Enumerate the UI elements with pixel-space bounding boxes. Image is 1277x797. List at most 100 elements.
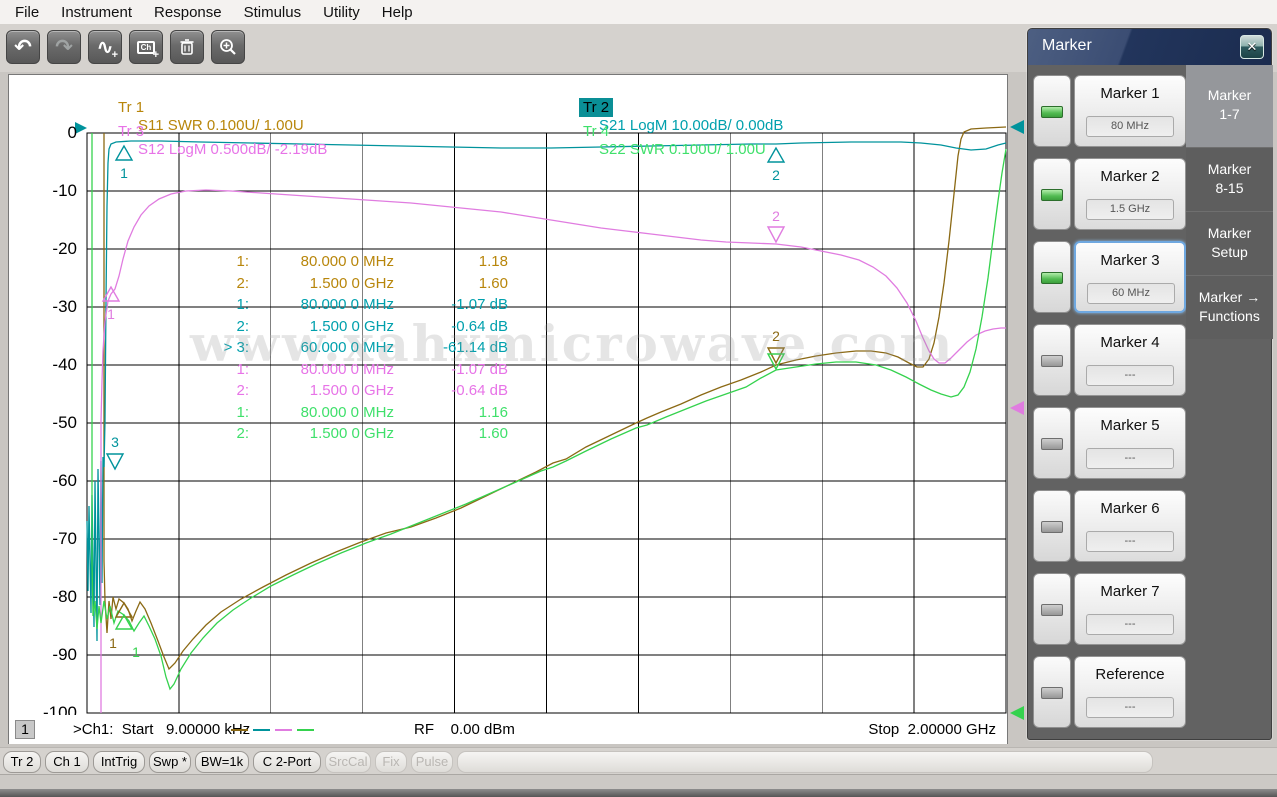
readout-row: 1: 80.000 0 MHz 1.16 xyxy=(236,403,508,421)
trace3-title: S12 LogM 0.500dB/ -2.19dB xyxy=(138,141,328,158)
status-bar: Tr 2 Ch 1 IntTrig Swp * BW=1k C 2-Port SrcCal F… xyxy=(0,747,1277,774)
add-trace-button[interactable]: ∿ + xyxy=(88,30,122,64)
trash-icon xyxy=(180,39,194,55)
panel-close-button[interactable]: ✕ xyxy=(1240,35,1264,59)
trace1-legend-dash xyxy=(231,729,248,731)
trace3-header[interactable]: Tr 3 S12 LogM 0.500dB/ -2.19dB xyxy=(89,105,327,158)
undo-button[interactable]: ↶ xyxy=(6,30,40,64)
marker-4-toggle[interactable] xyxy=(1033,324,1071,396)
trace4-legend-dash xyxy=(297,729,314,731)
y-axis-tick-label: -80 xyxy=(52,587,77,606)
status-button-c-2-port[interactable]: C 2-Port xyxy=(253,751,321,773)
menu-utility[interactable]: Utility xyxy=(312,4,371,21)
led-indicator-icon xyxy=(1041,189,1063,201)
trace2-header[interactable]: Tr 2 S21 LogM 10.00dB/ 0.00dB xyxy=(554,81,783,134)
tab-marker-setup[interactable]: Marker Setup xyxy=(1186,211,1273,275)
marker-7-toggle[interactable] xyxy=(1033,573,1071,645)
rf-power-label: RF 0.00 dBm xyxy=(414,721,515,738)
marker-1-label: Marker 1 xyxy=(1100,85,1160,102)
plot-area: 12312112 Tr 1 S11 SWR 0.100U/ 1.00U Tr 2… xyxy=(8,74,1008,744)
tab-marker-8-15[interactable]: Marker 8-15 xyxy=(1186,147,1273,211)
marker-5-toggle[interactable] xyxy=(1033,407,1071,479)
readout-row: 1: 80.000 0 MHz -1.07 dB xyxy=(236,360,508,378)
menu-instrument[interactable]: Instrument xyxy=(50,4,143,21)
delete-button[interactable] xyxy=(170,30,204,64)
menu-stimulus[interactable]: Stimulus xyxy=(233,4,313,21)
marker-row-2: Marker 2 1.5 GHz xyxy=(1028,158,1188,230)
marker-6-toggle[interactable] xyxy=(1033,490,1071,562)
marker-row-4: Marker 4 --- xyxy=(1028,324,1188,396)
marker-3-label: Marker 3 xyxy=(1100,252,1160,269)
menu-file[interactable]: File xyxy=(4,4,50,21)
tab-label: Marker xyxy=(1207,225,1252,241)
svg-text:1: 1 xyxy=(109,635,117,651)
marker-3-value: 60 MHz xyxy=(1087,283,1175,304)
marker-1-button[interactable]: Marker 1 80 MHz xyxy=(1074,75,1186,147)
tab-label: Marker xyxy=(1207,87,1252,103)
menu-help[interactable]: Help xyxy=(371,4,424,21)
marker-5-label: Marker 5 xyxy=(1100,417,1160,434)
led-indicator-icon xyxy=(1041,604,1063,616)
magnifier-plus-icon xyxy=(220,39,236,55)
marker-2-button[interactable]: Marker 2 1.5 GHz xyxy=(1074,158,1186,230)
vna-application-window: File Instrument Response Stimulus Utilit… xyxy=(0,0,1277,797)
led-indicator-icon xyxy=(1041,521,1063,533)
undo-icon: ↶ xyxy=(14,35,32,59)
led-indicator-icon xyxy=(1041,687,1063,699)
redo-button[interactable]: ↷ xyxy=(47,30,81,64)
status-button-inttrig[interactable]: IntTrig xyxy=(93,751,145,773)
marker-3-toggle[interactable] xyxy=(1033,241,1071,313)
y-axis-tick-label: -70 xyxy=(52,529,77,548)
readout-row: > 3: 60.000 0 MHz -61.14 dB xyxy=(223,339,508,356)
marker-2-value: 1.5 GHz xyxy=(1086,199,1174,220)
y-axis-tick-label: 0 xyxy=(67,123,77,142)
marker-1-toggle[interactable] xyxy=(1033,75,1071,147)
tab-label: Setup xyxy=(1211,244,1248,260)
reference-level-arrows xyxy=(1010,120,1024,720)
add-channel-button[interactable]: Ch + xyxy=(129,30,163,64)
marker-3-button[interactable]: Marker 3 60 MHz xyxy=(1074,241,1186,313)
status-button-bw-1k[interactable]: BW=1k xyxy=(195,751,249,773)
status-button-fix[interactable]: Fix xyxy=(375,751,407,773)
led-indicator-icon xyxy=(1041,438,1063,450)
marker-6-button[interactable]: Marker 6 --- xyxy=(1074,490,1186,562)
marker-2-toggle[interactable] xyxy=(1033,158,1071,230)
marker-row-5: Marker 5 --- xyxy=(1028,407,1188,479)
led-indicator-icon xyxy=(1041,355,1063,367)
trace4-title: S22 SWR 0.100U/ 1.00U xyxy=(599,141,766,158)
reference-marker-label: Reference xyxy=(1095,666,1165,683)
tab-label: Functions xyxy=(1199,308,1260,324)
trace3-legend-dash xyxy=(275,729,292,731)
status-button-tr-2[interactable]: Tr 2 xyxy=(3,751,41,773)
svg-text:1: 1 xyxy=(120,165,128,181)
marker-4-button[interactable]: Marker 4 --- xyxy=(1074,324,1186,396)
zoom-button[interactable] xyxy=(211,30,245,64)
marker-row-7: Marker 7 --- xyxy=(1028,573,1188,645)
status-button-empty[interactable] xyxy=(457,751,1153,773)
y-axis-tick-label: -90 xyxy=(52,645,77,664)
trace4-header[interactable]: Tr 4 S22 SWR 0.100U/ 1.00U xyxy=(554,105,766,158)
status-button-srccal[interactable]: SrcCal xyxy=(325,751,371,773)
status-button-pulse[interactable]: Pulse xyxy=(411,751,453,773)
marker-5-button[interactable]: Marker 5 --- xyxy=(1074,407,1186,479)
status-button-ch-1[interactable]: Ch 1 xyxy=(45,751,89,773)
bottom-strip xyxy=(0,774,1277,789)
sweep-stop-label: Stop 2.00000 GHz xyxy=(868,721,996,738)
tab-marker-1-7[interactable]: Marker 1-7 xyxy=(1186,65,1273,147)
marker-row-reference: Reference --- xyxy=(1028,656,1188,728)
readout-row: 2: 1.500 0 GHz 1.60 xyxy=(236,425,508,442)
trace3-id: Tr 3 xyxy=(118,123,145,140)
status-button-swp-[interactable]: Swp * xyxy=(149,751,191,773)
channel-number-badge[interactable]: 1 xyxy=(15,720,35,739)
marker-2-label: Marker 2 xyxy=(1100,168,1160,185)
panel-title-text: Marker xyxy=(1042,37,1092,54)
tab-marker-functions[interactable]: Marker → Functions xyxy=(1186,275,1273,339)
channel-status-bar: 1 >Ch1: Start 9.00000 kHz RF 0.00 dBm St… xyxy=(9,715,1007,744)
marker-panel-titlebar[interactable]: Marker ✕ xyxy=(1028,29,1271,65)
menu-response[interactable]: Response xyxy=(143,4,233,21)
readout-row: 1: 80.000 0 MHz -1.07 dB xyxy=(236,296,508,313)
reference-marker-button[interactable]: Reference --- xyxy=(1074,656,1186,728)
marker-7-button[interactable]: Marker 7 --- xyxy=(1074,573,1186,645)
trace1-header[interactable]: Tr 1 S11 SWR 0.100U/ 1.00U xyxy=(89,81,304,134)
reference-marker-toggle[interactable] xyxy=(1033,656,1071,728)
